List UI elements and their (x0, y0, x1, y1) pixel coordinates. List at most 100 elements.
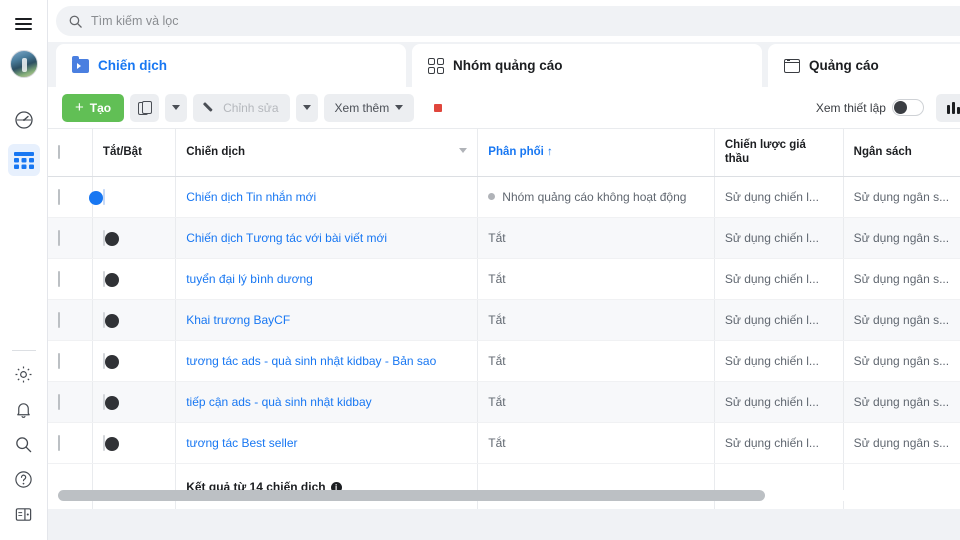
header-budget-label: Ngân sách (853, 146, 912, 159)
row-budget-cell: Sử dụng ngân s... (843, 340, 960, 382)
tab-adsets[interactable]: Nhóm quảng cáo (412, 44, 762, 87)
row-checkbox[interactable] (58, 270, 60, 287)
row-checkbox[interactable] (58, 393, 60, 410)
budget-value: Sử dụng ngân s... (853, 230, 950, 245)
header-bid-strategy[interactable]: Chiến lược giá thầu (714, 129, 844, 177)
row-checkbox[interactable] (58, 352, 60, 369)
scrollbar-track[interactable] (58, 490, 960, 501)
dashboard-icon[interactable] (8, 104, 40, 136)
header-toggle[interactable]: Tắt/Bật (92, 129, 177, 177)
row-checkbox[interactable] (58, 311, 60, 328)
row-status-toggle[interactable] (102, 352, 119, 369)
search-input[interactable]: Tìm kiếm và lọc (56, 6, 960, 36)
help-icon[interactable] (8, 463, 40, 495)
row-select-cell (48, 258, 93, 300)
row-bid-strategy-cell: Sử dụng chiến l... (714, 258, 844, 300)
scrollbar-thumb[interactable] (58, 490, 765, 501)
select-all-header (48, 129, 93, 177)
bid-strategy-value: Sử dụng chiến l... (724, 394, 819, 409)
row-campaign-cell: tương tác Best seller (175, 422, 479, 464)
avatar-image (9, 50, 38, 78)
chevron-down-icon[interactable] (459, 148, 468, 154)
table-icon[interactable] (7, 144, 40, 176)
tab-ads[interactable]: Quảng cáo (768, 44, 960, 87)
table-row[interactable]: tương tác Best seller Tắt Sử dụng chiến l.… (48, 422, 960, 464)
header-campaign[interactable]: Chiến dịch (175, 129, 479, 177)
table-row[interactable]: Chiến dịch Tương tác với bài viết mới Tắt… (48, 217, 960, 259)
budget-value: Sử dụng ngân s... (853, 353, 950, 368)
columns-button[interactable]: Cột: Hiệu quả (935, 93, 960, 122)
row-checkbox[interactable] (58, 434, 60, 451)
row-checkbox[interactable] (58, 229, 60, 246)
campaign-name-link[interactable]: tiếp cận ads - quà sinh nhật kidbay (186, 395, 467, 409)
budget-value: Sử dụng ngân s... (853, 271, 950, 286)
row-status-toggle[interactable] (88, 188, 105, 205)
campaign-name-link[interactable]: tuyển đại lý bình dương (186, 272, 467, 286)
row-bid-strategy-cell: Sử dụng chiến l... (714, 299, 844, 341)
row-status-toggle[interactable] (102, 229, 119, 246)
header-row: Tắt/Bật Chiến dịch Phân phối ↑ Chiến lượ… (48, 129, 960, 177)
row-status-toggle[interactable] (102, 311, 119, 328)
table-header: Tắt/Bật Chiến dịch Phân phối ↑ Chiến lượ… (48, 129, 960, 177)
tab-ads-label: Quảng cáo (809, 58, 879, 73)
top-bar: Tìm kiếm và lọc Tháng này: 1 Th (48, 0, 960, 42)
row-status-toggle[interactable] (102, 434, 119, 451)
horizontal-scrollbar[interactable] (48, 490, 960, 503)
plus-icon: + (75, 99, 84, 116)
row-budget-cell: Sử dụng ngân s... (843, 422, 960, 464)
delivery-status: Tắt (488, 394, 506, 409)
edit-button[interactable]: Chỉnh sửa (193, 93, 290, 122)
search-icon[interactable] (8, 428, 40, 460)
bell-icon[interactable] (8, 393, 40, 425)
row-delivery-cell: Tắt (477, 381, 715, 423)
row-campaign-cell: Chiến dịch Tin nhắn mới (175, 176, 479, 218)
header-delivery[interactable]: Phân phối ↑ (477, 129, 715, 177)
select-all-checkbox[interactable] (58, 145, 60, 160)
bid-strategy-value: Sử dụng chiến l... (724, 435, 819, 450)
bid-strategy-value: Sử dụng chiến l... (724, 312, 819, 327)
more-button[interactable]: Xem thêm (323, 93, 415, 122)
panel-icon[interactable] (8, 498, 40, 530)
menu-icon[interactable] (8, 8, 40, 40)
table-row[interactable]: tương tác ads - quà sinh nhật kidbay - B… (48, 340, 960, 382)
header-budget[interactable]: Ngân sách (843, 129, 960, 177)
delivery-status: Nhóm quảng cáo không hoạt động (502, 189, 687, 204)
row-toggle-cell (92, 258, 177, 300)
table-row[interactable]: Khai trương BayCF Tắt Sử dụng chiến l... Sử… (48, 299, 960, 341)
view-setup-toggle[interactable] (891, 99, 924, 116)
bid-strategy-value: Sử dụng chiến l... (724, 230, 819, 245)
budget-value: Sử dụng ngân s... (853, 312, 950, 327)
duplicate-button[interactable] (130, 93, 160, 122)
duplicate-dropdown-button[interactable] (165, 93, 188, 122)
window-icon (784, 58, 800, 73)
create-button[interactable]: + Tạo (62, 93, 125, 122)
row-select-cell (48, 340, 93, 382)
gear-icon[interactable] (8, 358, 40, 390)
row-checkbox[interactable] (58, 188, 60, 205)
row-delivery-cell: Tắt (477, 258, 715, 300)
row-status-toggle[interactable] (102, 270, 119, 287)
campaign-name-link[interactable]: Chiến dịch Tin nhắn mới (186, 190, 467, 204)
edit-dropdown-button[interactable] (295, 93, 318, 122)
row-campaign-cell: Khai trương BayCF (175, 299, 479, 341)
table-row[interactable]: tiếp cận ads - quà sinh nhật kidbay Tắt Sử… (48, 381, 960, 423)
campaign-name-link[interactable]: Chiến dịch Tương tác với bài viết mới (186, 231, 467, 245)
row-select-cell (48, 381, 93, 423)
row-select-cell (48, 176, 93, 218)
campaign-name-link[interactable]: Khai trương BayCF (186, 313, 467, 327)
grid-icon (428, 57, 444, 74)
delivery-status: Tắt (488, 435, 506, 450)
campaign-name-link[interactable]: tương tác Best seller (186, 436, 467, 450)
tab-campaigns-label: Chiến dịch (98, 58, 168, 73)
row-delivery-cell: Tắt (477, 422, 715, 464)
pencil-icon (204, 101, 217, 114)
row-status-toggle[interactable] (102, 393, 119, 410)
row-campaign-cell: tuyển đại lý bình dương (175, 258, 479, 300)
header-delivery-label: Phân phối ↑ (488, 146, 553, 159)
table-row[interactable]: Chiến dịch Tin nhắn mới Nhóm quảng cáo kh… (48, 176, 960, 218)
search-icon (69, 15, 82, 28)
campaign-name-link[interactable]: tương tác ads - quà sinh nhật kidbay - B… (186, 354, 467, 368)
avatar[interactable] (8, 48, 40, 80)
table-row[interactable]: tuyển đại lý bình dương Tắt Sử dụng chiến … (48, 258, 960, 300)
tab-campaigns[interactable]: Chiến dịch (56, 44, 406, 87)
